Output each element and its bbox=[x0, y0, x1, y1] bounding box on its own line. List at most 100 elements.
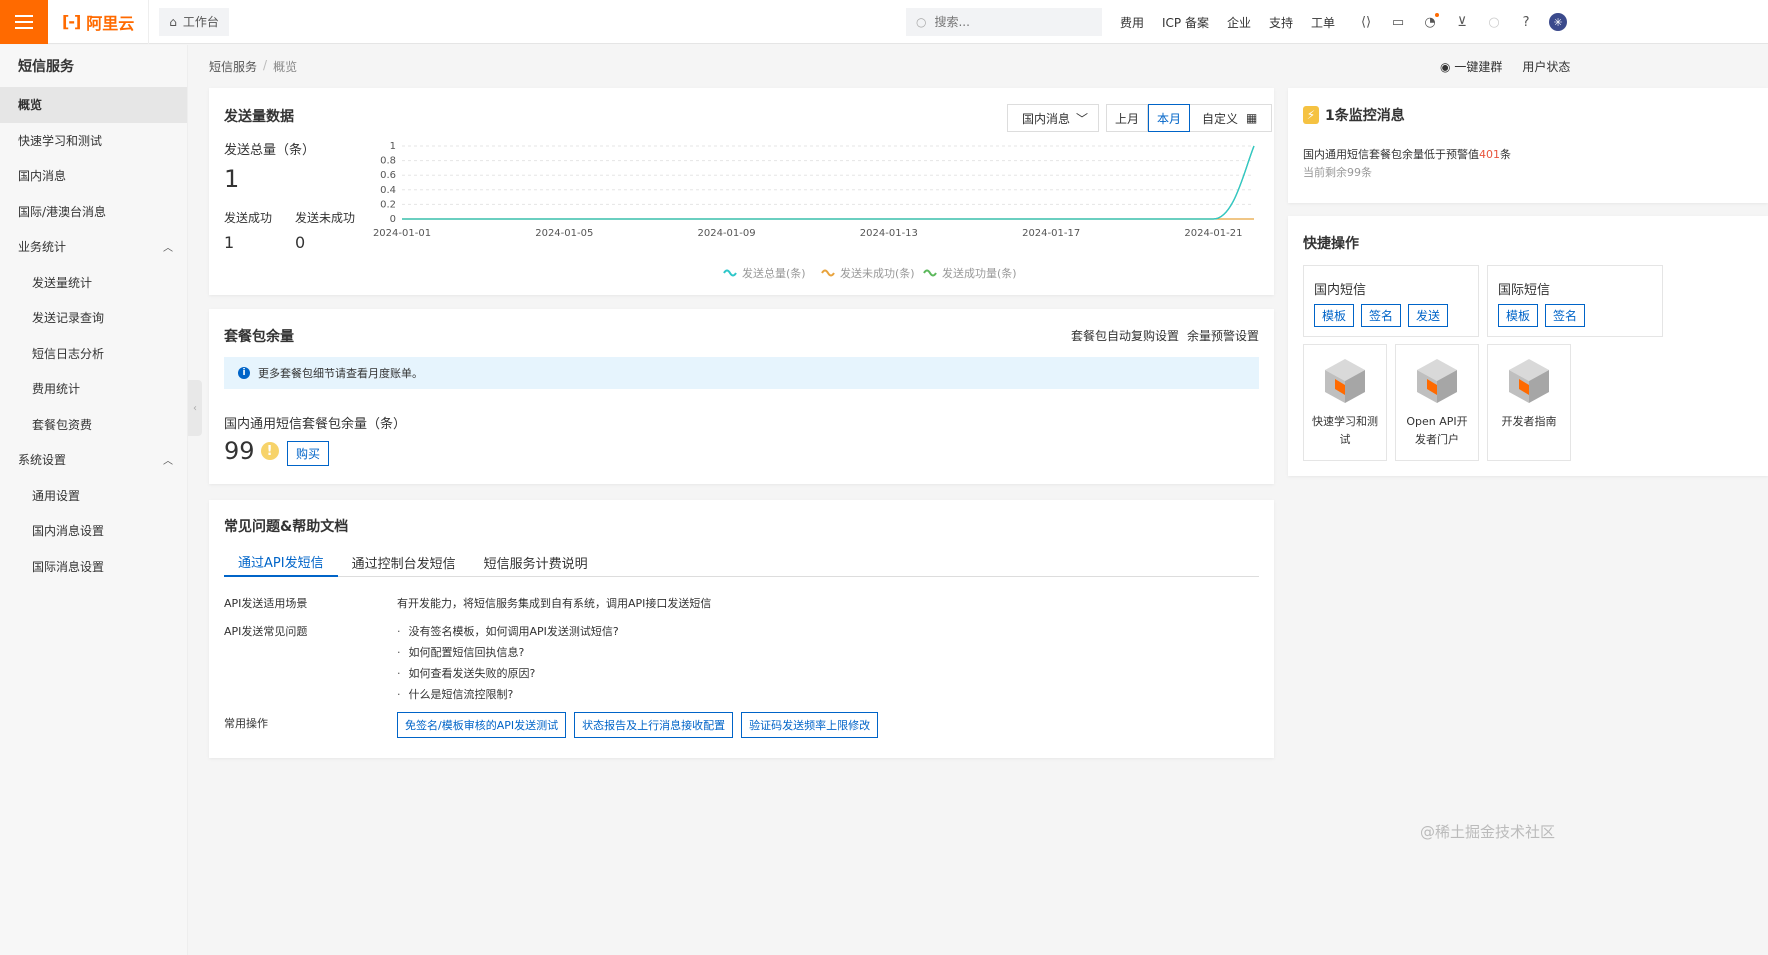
faq-tabs: 通过API发短信 通过控制台发短信 短信服务计费说明 bbox=[224, 548, 1259, 577]
range-custom-label: 自定义 bbox=[1202, 111, 1239, 126]
cart-icon[interactable]: ⊻ bbox=[1453, 13, 1471, 31]
faq-link[interactable]: 如何配置短信回执信息? bbox=[397, 644, 525, 660]
create-group-label: 一键建群 bbox=[1454, 60, 1503, 74]
sidebar-item-label: 快速学习和测试 bbox=[18, 133, 103, 148]
send-volume-title: 发送量数据 bbox=[224, 109, 294, 125]
domestic-signature-button[interactable]: 签名 bbox=[1361, 304, 1402, 327]
sidebar-item-general-settings[interactable]: 通用设置 bbox=[0, 478, 187, 514]
domestic-send-button[interactable]: 发送 bbox=[1408, 304, 1449, 327]
nav-link-icp[interactable]: ICP 备案 bbox=[1162, 14, 1209, 31]
tab-billing[interactable]: 短信服务计费说明 bbox=[470, 548, 602, 577]
breadcrumb-root[interactable]: 短信服务 bbox=[209, 58, 257, 75]
sidebar-group-settings[interactable]: 系统设置 ︿ bbox=[0, 442, 187, 478]
sidebar-item-international[interactable]: 国际/港澳台消息 bbox=[0, 194, 187, 230]
message-type-select[interactable]: 国内消息 ﹀ bbox=[1007, 104, 1099, 132]
terminal-icon[interactable]: ▭ bbox=[1389, 13, 1407, 31]
sidebar-item-domestic[interactable]: 国内消息 bbox=[0, 158, 187, 194]
y-tick-label: 1 bbox=[390, 141, 396, 152]
notification-dot bbox=[1435, 13, 1440, 17]
sidebar-item-send-stats[interactable]: 发送量统计 bbox=[0, 265, 187, 301]
nav-link-enterprise[interactable]: 企业 bbox=[1227, 14, 1251, 31]
date-range-group: 上月 本月 自定义 ▦ bbox=[1106, 104, 1273, 132]
nav-link-ticket[interactable]: 工单 bbox=[1311, 14, 1335, 31]
global-search[interactable]: ○ bbox=[906, 8, 1102, 36]
range-this-month-button[interactable]: 本月 bbox=[1148, 104, 1191, 132]
top-links: 费用 ICP 备案 企业 支持 工单 ⟨⟩ ▭ ◔ ⊻ ○ ? ✳ bbox=[1120, 0, 1568, 44]
auto-repurchase-link[interactable]: 套餐包自动复购设置 bbox=[1071, 327, 1179, 344]
faq-link[interactable]: 没有签名模板，如何调用API发送测试短信? bbox=[397, 623, 619, 639]
fail-value: 0 bbox=[295, 233, 306, 252]
tile-quick-learn[interactable]: 快速学习和测试 bbox=[1303, 344, 1387, 461]
breadcrumb-separator: / bbox=[263, 58, 268, 72]
sidebar-item-cost-stats[interactable]: 费用统计 bbox=[0, 371, 187, 407]
chevron-up-icon: ︿ bbox=[163, 456, 173, 468]
tile-open-api[interactable]: Open API开发者门户 bbox=[1395, 344, 1479, 461]
op-api-test-button[interactable]: 免签名/模板审核的API发送测试 bbox=[397, 712, 567, 738]
op-rate-limit-button[interactable]: 验证码发送频率上限修改 bbox=[741, 712, 879, 738]
op-status-report-button[interactable]: 状态报告及上行消息接收配置 bbox=[574, 712, 734, 738]
series-line bbox=[402, 145, 1255, 220]
chevron-up-icon: ︿ bbox=[163, 243, 173, 255]
sidebar-item-send-records[interactable]: 发送记录查询 bbox=[0, 300, 187, 336]
tile-dev-guide[interactable]: 开发者指南 bbox=[1487, 344, 1571, 461]
message-type-value: 国内消息 bbox=[1022, 111, 1071, 126]
tab-console-send[interactable]: 通过控制台发短信 bbox=[338, 548, 470, 577]
search-input[interactable] bbox=[934, 15, 1085, 29]
sidebar-item-package-pricing[interactable]: 套餐包资费 bbox=[0, 407, 187, 443]
chevron-left-icon: ‹ bbox=[193, 402, 197, 414]
aliyun-logo[interactable]: [-] 阿里云 bbox=[48, 0, 150, 44]
user-status-link[interactable]: 用户状态 bbox=[1522, 58, 1570, 75]
faq-link[interactable]: 如何查看发送失败的原因? bbox=[397, 665, 536, 681]
intl-template-button[interactable]: 模板 bbox=[1498, 304, 1539, 327]
sidebar-group-statistics[interactable]: 业务统计 ︿ bbox=[0, 229, 187, 265]
watermark: @稀土掘金技术社区 bbox=[1420, 823, 1556, 841]
sidebar-item-label: 国内消息 bbox=[18, 169, 67, 184]
create-group-link[interactable]: ◉ 一键建群 bbox=[1440, 58, 1502, 75]
series-line bbox=[402, 145, 1255, 220]
x-tick-label: 2024-01-13 bbox=[860, 228, 918, 239]
balance-alert-link[interactable]: 余量预警设置 bbox=[1187, 327, 1259, 344]
domestic-sms-title: 国内短信 bbox=[1314, 283, 1367, 298]
help-icon[interactable]: ? bbox=[1517, 13, 1535, 31]
faq-card: 常见问题&帮助文档 通过API发短信 通过控制台发短信 短信服务计费说明 API… bbox=[209, 500, 1274, 758]
y-tick-label: 0.8 bbox=[380, 156, 396, 167]
remain-value: 99 bbox=[224, 437, 255, 465]
warning-icon: ! bbox=[260, 442, 279, 460]
nav-link-support[interactable]: 支持 bbox=[1269, 14, 1293, 31]
top-icon-group: ⟨⟩ ▭ ◔ ⊻ ○ ? ✳ bbox=[1357, 13, 1568, 31]
sidebar-item-intl-settings[interactable]: 国际消息设置 bbox=[0, 549, 187, 585]
sidebar-item-domestic-settings[interactable]: 国内消息设置 bbox=[0, 513, 187, 549]
intl-signature-button[interactable]: 签名 bbox=[1545, 304, 1586, 327]
sidebar-item-quickstart[interactable]: 快速学习和测试 bbox=[0, 123, 187, 159]
total-label: 发送总量（条） bbox=[224, 143, 316, 158]
bell-icon[interactable]: ◔ bbox=[1421, 13, 1440, 31]
chevron-down-icon: ﹀ bbox=[1075, 111, 1088, 126]
buy-button[interactable]: 购买 bbox=[287, 441, 330, 466]
faq-link[interactable]: 什么是短信流控限制? bbox=[397, 686, 514, 702]
nav-link-fees[interactable]: 费用 bbox=[1120, 14, 1144, 31]
ops-label: 常用操作 bbox=[224, 717, 268, 730]
info-icon: i bbox=[238, 367, 250, 379]
domestic-template-button[interactable]: 模板 bbox=[1314, 304, 1355, 327]
hamburger-menu-button[interactable] bbox=[0, 0, 48, 44]
legend-label: 发送成功量(条) bbox=[942, 266, 1017, 280]
sidebar-collapse-handle[interactable]: ‹ bbox=[188, 380, 202, 436]
user-avatar[interactable]: ✳ bbox=[1549, 13, 1568, 31]
workbench-button[interactable]: ⌂ 工作台 bbox=[159, 7, 229, 36]
lightbulb-icon[interactable]: ○ bbox=[1485, 13, 1503, 31]
tile-label: Open API开发者门户 bbox=[1406, 415, 1468, 446]
intl-sms-box: 国际短信 模板 签名 bbox=[1487, 265, 1663, 337]
sidebar: 短信服务 概览 快速学习和测试 国内消息 国际/港澳台消息 业务统计 ︿ 发送量统… bbox=[0, 45, 188, 955]
lightning-icon: ⚡ bbox=[1303, 106, 1319, 124]
range-last-month-button[interactable]: 上月 bbox=[1107, 105, 1149, 131]
range-custom-button[interactable]: 自定义 ▦ bbox=[1190, 105, 1271, 131]
sidebar-item-overview[interactable]: 概览 bbox=[0, 87, 187, 123]
y-tick-label: 0.2 bbox=[380, 199, 396, 210]
code-icon[interactable]: ⟨⟩ bbox=[1357, 13, 1375, 31]
tab-api-send[interactable]: 通过API发短信 bbox=[224, 548, 338, 577]
monitor-message[interactable]: 国内通用短信套餐包余量低于预警值401条 bbox=[1303, 146, 1511, 162]
breadcrumb: 短信服务 / 概览 bbox=[209, 58, 297, 75]
sidebar-item-log-analysis[interactable]: 短信日志分析 bbox=[0, 336, 187, 372]
legend-swatch bbox=[923, 269, 937, 277]
remain-value-group: 99 ! bbox=[224, 437, 279, 465]
